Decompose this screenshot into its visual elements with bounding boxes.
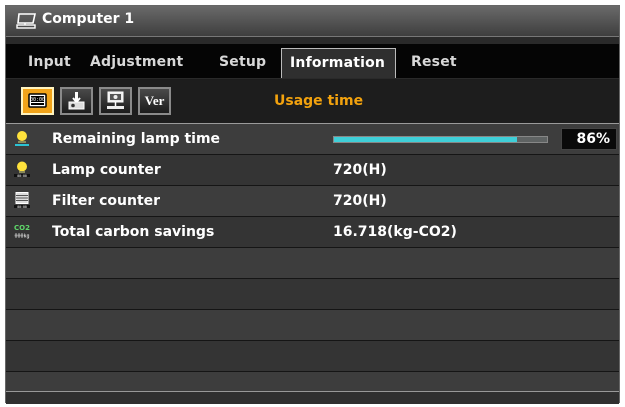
row-remaining-lamp-time: Remaining lamp time 86% [6,124,619,155]
empty-row [6,248,619,279]
carbon-savings-value: 16.718(kg-CO2) [333,224,457,240]
lamp-icon [14,130,30,146]
version-icon[interactable]: Ver [138,87,171,115]
lamp-life-percent: 86% [561,128,617,150]
filter-counter-icon: 00:00 [14,192,30,209]
version-icon-label: Ver [144,93,165,108]
computer-monitor-icon [16,12,38,30]
svg-text:00:00: 00:00 [17,205,27,208]
co2-icon: CO2 000kg [14,223,30,240]
projector-icon[interactable] [60,87,93,115]
svg-text:CO2: CO2 [14,224,30,232]
title-bar: Computer 1 [6,6,619,37]
tab-adjustment[interactable]: Adjustment [90,54,183,70]
row-label: Total carbon savings [52,224,215,240]
osd-menu-window: Computer 1 Input Adjustment Setup Inform… [5,5,620,404]
svg-text:000kg: 000kg [14,234,29,240]
lamp-counter-icon: 00:00 [14,161,30,178]
filter-counter-value: 720(H) [333,193,387,209]
usage-time-icon[interactable]: 00:00 [21,87,54,115]
sub-menu-bar: 00:00 Ver Usage time [6,79,619,124]
svg-text:00:00: 00:00 [17,174,27,177]
row-filter-counter: 00:00 Filter counter 720(H) [6,186,619,217]
window-title: Computer 1 [42,11,135,27]
row-total-carbon-savings: CO2 000kg Total carbon savings 16.718(kg… [6,217,619,248]
tab-reset[interactable]: Reset [411,54,457,70]
subtab-label: Usage time [274,93,364,109]
lamp-life-progress-bar [333,136,548,143]
empty-row [6,341,619,372]
info-list: Remaining lamp time 86% 00:00 Lamp count… [6,124,619,403]
empty-row [6,310,619,341]
tab-setup[interactable]: Setup [219,54,266,70]
status-bar [6,391,619,404]
lamp-life-progress-fill [334,137,518,142]
svg-text:00:00: 00:00 [30,97,45,103]
row-label: Filter counter [52,193,161,209]
tab-input[interactable]: Input [28,54,71,70]
row-label: Lamp counter [52,162,161,178]
row-lamp-counter: 00:00 Lamp counter 720(H) [6,155,619,186]
tab-information[interactable]: Information [281,48,396,78]
network-icon[interactable] [99,87,132,115]
row-label: Remaining lamp time [52,131,221,147]
lamp-counter-value: 720(H) [333,162,387,178]
empty-row [6,279,619,310]
menu-bar: Input Adjustment Setup Information Reset [6,44,619,78]
